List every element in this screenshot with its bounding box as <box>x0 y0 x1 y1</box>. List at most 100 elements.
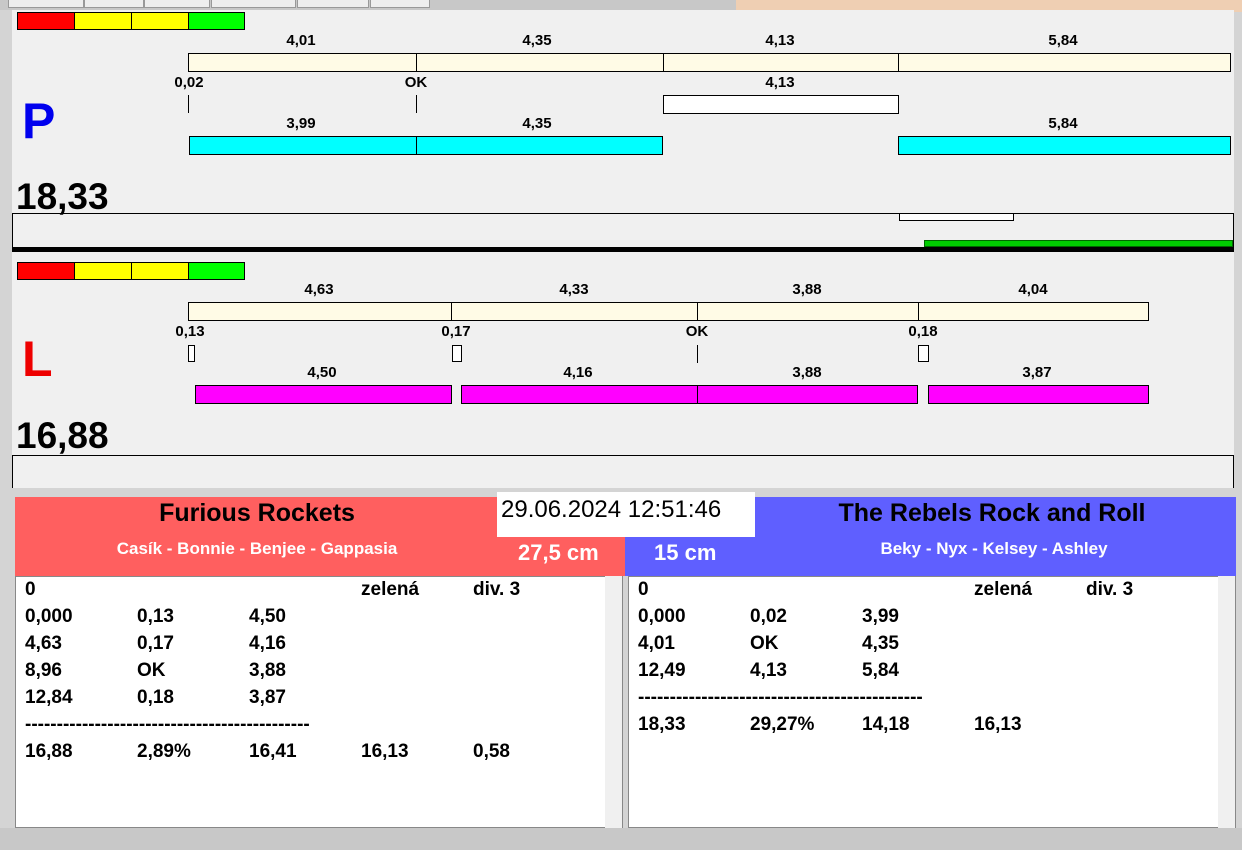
result-cell: 5,84 <box>862 660 899 681</box>
lane-total: 16,88 <box>16 415 109 456</box>
lane-letter: L <box>22 331 53 387</box>
status-green <box>188 262 245 280</box>
magenta-label: 4,50 <box>307 364 337 381</box>
tab[interactable] <box>8 0 84 8</box>
team-right-distance: 15 cm <box>654 540 717 565</box>
seg-label: 4,63 <box>304 281 334 298</box>
result-cell: 4,35 <box>862 633 899 654</box>
team-left-distance: 27,5 cm <box>518 540 599 565</box>
scrollbar[interactable] <box>605 576 622 828</box>
result-cell: 12,49 <box>638 660 686 681</box>
result-cell: 0 <box>25 579 36 600</box>
result-cell: 3,88 <box>249 660 286 681</box>
result-cell: 4,63 <box>25 633 62 654</box>
penalty-marker <box>452 345 462 362</box>
lane-letter: P <box>22 93 56 149</box>
seg-label: 4,13 <box>765 32 795 49</box>
result-cell: 0,58 <box>473 741 510 762</box>
result-cell: 2,89% <box>137 741 191 762</box>
result-cell: 0,17 <box>137 633 174 654</box>
mark-label: OK <box>685 323 709 340</box>
tick <box>416 95 417 113</box>
result-cell: 0 <box>638 579 649 600</box>
cyan-label: 4,35 <box>522 115 552 132</box>
status-yellow <box>131 12 189 30</box>
white-label: 4,13 <box>765 74 795 91</box>
magenta-label: 3,88 <box>792 364 822 381</box>
magenta-label: 4,16 <box>563 364 593 381</box>
tab[interactable] <box>297 0 369 8</box>
team-right-name: The Rebels Rock and Roll <box>838 499 1146 527</box>
result-cell: 16,13 <box>361 741 409 762</box>
result-cell: 3,99 <box>862 606 899 627</box>
status-yellow <box>74 262 132 280</box>
team-left-members: Casík - Bonnie - Benjee - Gappasia <box>116 539 398 558</box>
result-cell: ----------------------------------------… <box>638 687 923 708</box>
cyan-label: 5,84 <box>1048 115 1078 132</box>
tab[interactable] <box>211 0 296 8</box>
magenta-bar <box>928 385 1149 404</box>
segment-bar <box>188 302 452 321</box>
result-cell: div. 3 <box>473 579 521 600</box>
result-cell: 29,27% <box>750 714 815 735</box>
tick <box>188 95 189 113</box>
result-cell: 14,18 <box>862 714 910 735</box>
tab[interactable] <box>144 0 210 8</box>
result-cell: OK <box>750 633 779 654</box>
result-cell: 0,000 <box>638 606 686 627</box>
seg-label: 4,01 <box>286 32 316 49</box>
mark-label: 0,17 <box>441 323 471 340</box>
status-red <box>17 12 75 30</box>
status-red <box>17 262 75 280</box>
result-cell: 0,18 <box>137 687 174 708</box>
result-cell: zelená <box>974 579 1033 600</box>
cyan-bar <box>416 136 663 155</box>
lane-total: 18,33 <box>16 176 109 217</box>
mark-label: OK <box>404 74 428 91</box>
result-cell: 4,01 <box>638 633 675 654</box>
white-bar <box>663 95 899 114</box>
segment-bar <box>697 302 919 321</box>
progress-track <box>12 455 1234 488</box>
team-left-results[interactable] <box>15 576 623 828</box>
mark-label: 0,18 <box>908 323 938 340</box>
scrollbar[interactable] <box>1218 576 1235 828</box>
result-cell: 4,50 <box>249 606 286 627</box>
result-cell: 3,87 <box>249 687 286 708</box>
penalty-marker <box>918 345 929 362</box>
magenta-bar <box>195 385 452 404</box>
mark-label: 0,02 <box>174 74 204 91</box>
seg-label: 5,84 <box>1048 32 1078 49</box>
segment-bar <box>451 302 698 321</box>
result-cell: zelená <box>361 579 420 600</box>
cyan-bar <box>898 136 1231 155</box>
seg-label: 3,88 <box>792 281 822 298</box>
result-cell: 16,13 <box>974 714 1022 735</box>
result-cell: 0,02 <box>750 606 787 627</box>
result-cell: 16,41 <box>249 741 297 762</box>
result-cell: 0,000 <box>25 606 73 627</box>
result-cell: 4,16 <box>249 633 286 654</box>
segment-bar <box>918 302 1149 321</box>
result-cell: ----------------------------------------… <box>25 714 310 735</box>
team-left-name: Furious Rockets <box>159 499 355 527</box>
tick <box>697 345 698 363</box>
tab[interactable] <box>370 0 430 8</box>
progress-marker <box>899 213 1014 221</box>
datetime: 29.06.2024 12:51:46 <box>497 492 755 537</box>
mark-label: 0,13 <box>175 323 205 340</box>
result-cell: 18,33 <box>638 714 686 735</box>
seg-label: 4,04 <box>1018 281 1048 298</box>
result-cell: 12,84 <box>25 687 73 708</box>
seg-label: 4,33 <box>559 281 589 298</box>
segment-bar <box>416 53 664 72</box>
tab[interactable] <box>84 0 144 8</box>
result-cell: 16,88 <box>25 741 73 762</box>
result-cell: 8,96 <box>25 660 62 681</box>
result-cell: div. 3 <box>1086 579 1134 600</box>
cyan-label: 3,99 <box>286 115 316 132</box>
result-cell: 4,13 <box>750 660 787 681</box>
segment-bar <box>898 53 1231 72</box>
status-yellow <box>131 262 189 280</box>
magenta-bar <box>697 385 918 404</box>
